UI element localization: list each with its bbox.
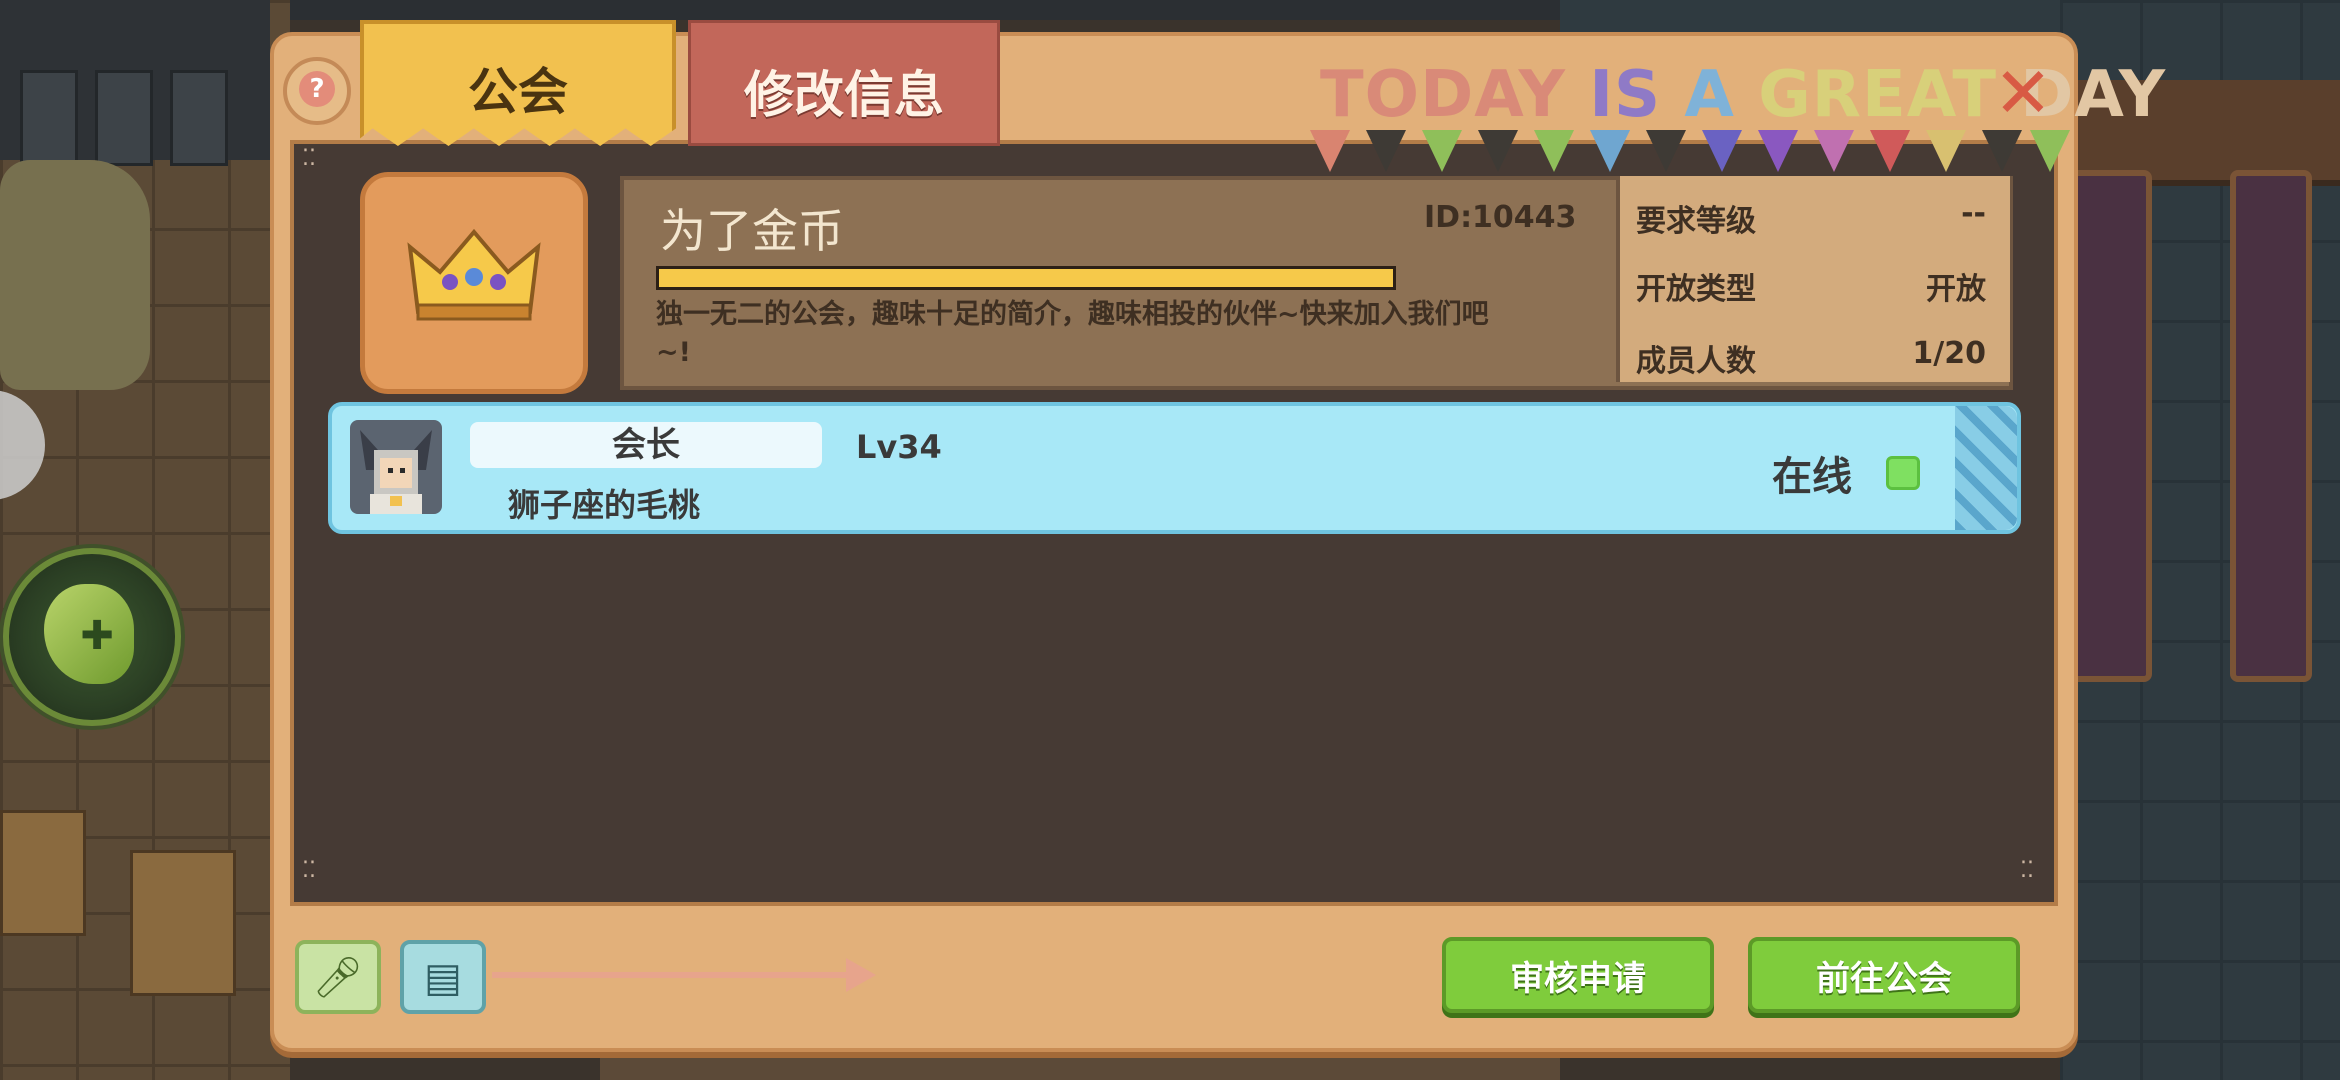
tab-edit-info[interactable]: 修改信息 bbox=[688, 20, 1000, 146]
tab-guild-label: 公会 bbox=[468, 63, 568, 121]
crate bbox=[130, 850, 236, 996]
member-name: 狮子座的毛桃 bbox=[508, 486, 701, 524]
member-avatar bbox=[350, 420, 442, 514]
decorative-arrow-head bbox=[846, 958, 876, 992]
stat-value: 1/20 bbox=[1912, 336, 1986, 371]
member-level: Lv34 bbox=[856, 428, 942, 466]
close-icon: ✕ bbox=[1993, 52, 2053, 134]
tab-guild[interactable]: 公会 bbox=[360, 20, 676, 146]
stat-value: 开放 bbox=[1926, 272, 1986, 307]
cloth-prop bbox=[0, 160, 150, 390]
stat-label: 要求等级 bbox=[1636, 204, 1756, 239]
go-to-guild-button[interactable]: 前往公会 bbox=[1748, 937, 2020, 1013]
guild-id: ID:10443 bbox=[1424, 200, 1577, 235]
corner-dots: ⁚⁚ bbox=[302, 146, 316, 171]
microphone-icon: 🎤︎ bbox=[312, 955, 364, 1001]
stat-required-level: 要求等级 -- bbox=[1636, 196, 1986, 240]
stat-label: 开放类型 bbox=[1636, 272, 1756, 307]
tab-edit-info-label: 修改信息 bbox=[744, 66, 944, 124]
guild-emblem[interactable] bbox=[360, 172, 588, 394]
voice-button[interactable]: 🎤︎ bbox=[295, 940, 381, 1014]
banner-word: IS bbox=[1589, 58, 1662, 132]
member-role: 会长 bbox=[470, 422, 822, 468]
locker bbox=[20, 70, 78, 166]
stat-open-type: 开放类型 开放 bbox=[1636, 264, 1986, 308]
book-icon: ▤ bbox=[424, 955, 462, 1001]
member-row[interactable]: 会长 Lv34 狮子座的毛桃 在线 bbox=[328, 402, 2021, 534]
bunting-flags bbox=[1310, 130, 2070, 180]
guild-xp-fill bbox=[659, 269, 1393, 287]
stat-label: 成员人数 bbox=[1636, 344, 1756, 379]
online-indicator bbox=[1886, 456, 1920, 490]
corner-dots: ⁚⁚ bbox=[2020, 858, 2034, 883]
decorative-arrow bbox=[492, 972, 852, 978]
banner-word: TODAY bbox=[1320, 58, 1566, 132]
locker bbox=[170, 70, 228, 166]
pillar bbox=[2070, 170, 2152, 682]
close-button[interactable]: ✕ bbox=[1990, 58, 2056, 128]
review-applications-button[interactable]: 审核申请 bbox=[1442, 937, 1714, 1013]
corner-dots: ⁚⁚ bbox=[302, 858, 316, 883]
guild-name: 为了金币 bbox=[660, 204, 844, 258]
pillar bbox=[2230, 170, 2312, 682]
help-icon: ? bbox=[299, 71, 335, 107]
member-row-decoration bbox=[1955, 406, 2017, 530]
stat-member-count: 成员人数 1/20 bbox=[1636, 336, 1986, 380]
guild-xp-bar bbox=[656, 266, 1396, 290]
log-button[interactable]: ▤ bbox=[400, 940, 486, 1014]
help-button[interactable]: ? bbox=[283, 57, 351, 125]
locker bbox=[95, 70, 153, 166]
guild-description: 独一无二的公会，趣味十足的简介，趣味相投的伙伴~快来加入我们吧~! bbox=[656, 299, 1489, 368]
banner-word: A bbox=[1684, 58, 1735, 132]
gamepad-icon: ✚ bbox=[80, 613, 114, 659]
member-status: 在线 bbox=[1772, 454, 1852, 500]
stat-value: -- bbox=[1961, 196, 1986, 231]
skill-button[interactable]: ✚ bbox=[3, 548, 181, 726]
crate bbox=[0, 810, 86, 936]
crown-icon bbox=[407, 228, 541, 321]
banner-word: GREAT bbox=[1758, 58, 1997, 132]
